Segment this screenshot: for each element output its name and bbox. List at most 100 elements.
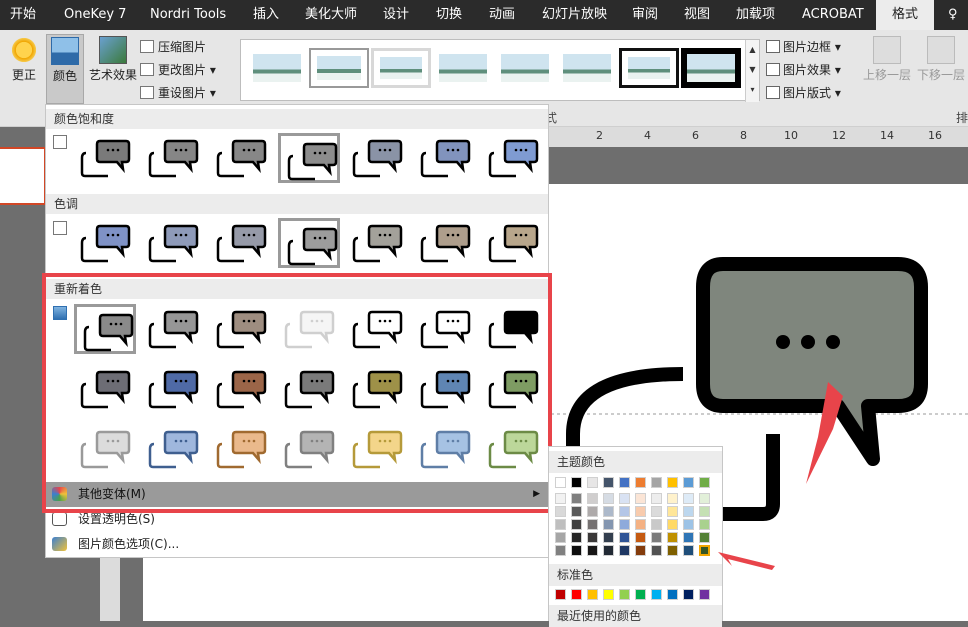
theme-shade-cell[interactable] — [619, 545, 630, 556]
style-thumb[interactable] — [557, 48, 617, 88]
standard-color-cell[interactable] — [619, 589, 630, 600]
saturation-swatch[interactable] — [210, 133, 272, 183]
theme-shade-cell[interactable] — [555, 532, 566, 543]
theme-shade-cell[interactable] — [651, 493, 662, 504]
theme-shade-cell[interactable] — [587, 493, 598, 504]
bring-forward-button[interactable]: 上移一层 — [860, 36, 914, 83]
saturation-swatch[interactable] — [74, 133, 136, 183]
theme-shade-cell[interactable] — [571, 532, 582, 543]
saturation-swatch[interactable] — [142, 133, 204, 183]
tone-swatch[interactable] — [278, 218, 340, 268]
tab-acrobat[interactable]: ACROBAT — [802, 0, 864, 30]
theme-shade-cell[interactable] — [683, 506, 694, 517]
recolor-swatch[interactable] — [482, 304, 544, 354]
theme-shade-cell[interactable] — [555, 519, 566, 530]
theme-shade-cell[interactable] — [651, 545, 662, 556]
theme-color-cell[interactable] — [619, 477, 630, 488]
theme-shade-cell[interactable] — [635, 506, 646, 517]
theme-shade-cell[interactable] — [667, 506, 678, 517]
theme-shade-cell[interactable] — [603, 545, 614, 556]
recolor-swatch[interactable] — [414, 364, 476, 414]
set-transparent-color-menu-item[interactable]: 设置透明色(S) — [46, 507, 548, 532]
theme-shade-cell[interactable] — [635, 532, 646, 543]
theme-shade-cell[interactable] — [619, 532, 630, 543]
theme-shade-cell[interactable] — [587, 545, 598, 556]
tab-design[interactable]: 设计 — [383, 0, 409, 30]
recolor-swatch[interactable] — [210, 304, 272, 354]
picture-layout-button[interactable]: 图片版式 ▾ — [766, 84, 841, 101]
recolor-swatch[interactable] — [278, 364, 340, 414]
theme-shade-cell[interactable] — [635, 493, 646, 504]
theme-color-cell[interactable] — [699, 477, 710, 488]
theme-shade-cell[interactable] — [587, 519, 598, 530]
tab-animations[interactable]: 动画 — [489, 0, 515, 30]
reset-picture-button[interactable]: 重设图片 ▾ — [140, 84, 216, 101]
theme-shade-cell[interactable] — [667, 532, 678, 543]
theme-shade-cell[interactable] — [571, 519, 582, 530]
theme-shade-cell[interactable] — [555, 545, 566, 556]
tab-meihua[interactable]: 美化大师 — [305, 0, 357, 30]
theme-shade-cell[interactable] — [683, 532, 694, 543]
style-thumb[interactable] — [619, 48, 679, 88]
recolor-swatch[interactable] — [74, 304, 136, 354]
style-thumb[interactable] — [309, 48, 369, 88]
style-thumb[interactable] — [247, 48, 307, 88]
tone-swatch[interactable] — [142, 218, 204, 268]
recolor-swatch[interactable] — [74, 424, 136, 474]
picture-effects-button[interactable]: 图片效果 ▾ — [766, 61, 841, 78]
theme-shade-cell[interactable] — [571, 506, 582, 517]
recolor-swatch[interactable] — [142, 424, 204, 474]
color-button[interactable]: 颜色 — [46, 34, 84, 104]
theme-color-cell[interactable] — [587, 477, 598, 488]
tone-swatch[interactable] — [414, 218, 476, 268]
style-thumb[interactable] — [371, 48, 431, 88]
tab-transitions[interactable]: 切换 — [436, 0, 462, 30]
theme-shade-cell[interactable] — [603, 506, 614, 517]
recolor-swatch[interactable] — [278, 304, 340, 354]
change-picture-button[interactable]: 更改图片 ▾ — [140, 61, 216, 78]
theme-shade-cell[interactable] — [587, 532, 598, 543]
theme-shade-cell[interactable] — [571, 493, 582, 504]
tone-swatch[interactable] — [346, 218, 408, 268]
theme-color-cell[interactable] — [667, 477, 678, 488]
recolor-swatch[interactable] — [346, 304, 408, 354]
tab-view[interactable]: 视图 — [684, 0, 710, 30]
artistic-effects-button[interactable]: 艺术效果 — [88, 36, 138, 83]
saturation-swatch[interactable] — [414, 133, 476, 183]
theme-color-cell[interactable] — [683, 477, 694, 488]
theme-shade-cell[interactable] — [555, 493, 566, 504]
standard-color-cell[interactable] — [651, 589, 662, 600]
saturation-swatch[interactable] — [278, 133, 340, 183]
saturation-swatch[interactable] — [482, 133, 544, 183]
theme-shade-cell[interactable] — [635, 519, 646, 530]
standard-color-cell[interactable] — [667, 589, 678, 600]
compress-pictures-button[interactable]: 压缩图片 — [140, 38, 206, 55]
corrections-button[interactable]: 更正 — [8, 36, 40, 83]
recolor-swatch[interactable] — [210, 364, 272, 414]
tab-slideshow[interactable]: 幻灯片放映 — [542, 0, 607, 30]
style-thumb[interactable] — [433, 48, 493, 88]
send-backward-button[interactable]: 下移一层 — [914, 36, 968, 83]
standard-color-cell[interactable] — [555, 589, 566, 600]
tab-insert[interactable]: 插入 — [253, 0, 279, 30]
tab-addins[interactable]: 加载项 — [736, 0, 775, 30]
theme-color-cell[interactable] — [571, 477, 582, 488]
theme-shade-cell[interactable] — [683, 493, 694, 504]
theme-shade-cell[interactable] — [635, 545, 646, 556]
slide-thumbnail[interactable] — [0, 147, 46, 205]
theme-shade-cell[interactable] — [603, 519, 614, 530]
tab-review[interactable]: 审阅 — [632, 0, 658, 30]
theme-shade-cell[interactable] — [699, 493, 710, 504]
picture-border-button[interactable]: 图片边框 ▾ — [766, 38, 841, 55]
theme-color-cell[interactable] — [603, 477, 614, 488]
tab-home[interactable]: 开始 — [10, 0, 36, 30]
theme-shade-cell[interactable] — [619, 519, 630, 530]
theme-shade-cell[interactable] — [619, 493, 630, 504]
recolor-swatch[interactable] — [210, 424, 272, 474]
tell-me-icon[interactable]: ♀ — [948, 0, 958, 30]
standard-color-cell[interactable] — [683, 589, 694, 600]
theme-shade-cell[interactable] — [571, 545, 582, 556]
theme-color-cell[interactable] — [635, 477, 646, 488]
tab-format[interactable]: 格式 — [876, 0, 934, 30]
tab-onekey[interactable]: OneKey 7 — [64, 0, 126, 30]
